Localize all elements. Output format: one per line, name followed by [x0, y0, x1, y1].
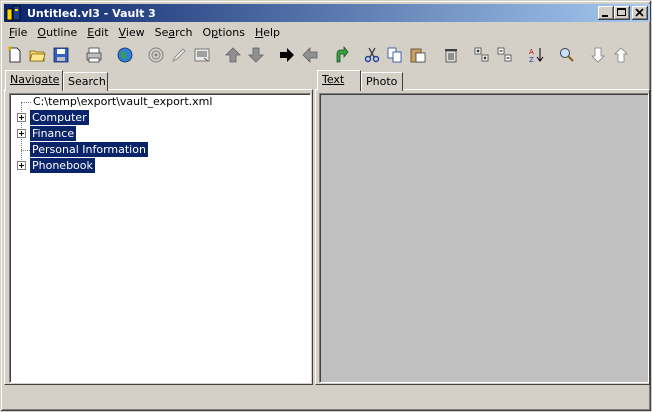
delete-icon [445, 49, 457, 63]
open-folder-icon [29, 50, 46, 62]
collapse-all-button[interactable] [494, 44, 516, 66]
new-file-icon [7, 46, 21, 63]
save-icon [53, 47, 69, 63]
arrow-down-icon [248, 47, 264, 63]
edit-pencil-button[interactable] [168, 44, 190, 66]
tab-photo[interactable]: Photo [361, 72, 403, 91]
tree-item-finance[interactable]: Finance [10, 126, 310, 142]
image-button[interactable] [191, 44, 213, 66]
app-window: Untitled.vl3 - Vault 3 File Outline Edit… [0, 0, 652, 412]
sort-button[interactable]: AZ [525, 44, 547, 66]
minimize-icon [602, 15, 608, 17]
tree-root-row[interactable]: C:\temp\export\vault_export.xml [10, 94, 310, 110]
tab-navigate-label: Navigate [10, 73, 60, 86]
arrow-left-icon [302, 47, 318, 63]
tab-search-label: Search [68, 75, 106, 88]
globe-button[interactable] [114, 44, 136, 66]
tree-item-phonebook[interactable]: Phonebook [10, 158, 310, 174]
undo-icon [336, 46, 349, 63]
minimize-button[interactable] [598, 6, 614, 20]
svg-text:A: A [529, 48, 534, 56]
arrow-up-icon [225, 47, 241, 63]
find-icon [560, 48, 574, 62]
tree-item-personal-information[interactable]: Personal Information [10, 142, 310, 158]
vault-app-icon[interactable] [6, 5, 22, 21]
target-button[interactable] [145, 44, 167, 66]
collapse-all-icon [497, 47, 512, 62]
title-bar[interactable]: Untitled.vl3 - Vault 3 [4, 4, 650, 22]
sort-icon: AZ [529, 48, 544, 64]
open-button[interactable] [27, 44, 49, 66]
window-title: Untitled.vl3 - Vault 3 [27, 6, 156, 20]
pencil-icon [172, 48, 186, 62]
menu-help[interactable]: Help [250, 24, 285, 42]
status-bar [4, 390, 650, 410]
delete-button[interactable] [440, 44, 462, 66]
menu-search[interactable]: Search [150, 24, 198, 42]
tab-search[interactable]: Search [63, 72, 108, 91]
svg-text:Z: Z [529, 56, 534, 64]
menu-file[interactable]: File [4, 24, 32, 42]
menu-edit[interactable]: Edit [82, 24, 113, 42]
expand-icon[interactable] [17, 113, 26, 122]
tab-text-label: Text [322, 73, 345, 86]
globe-icon [117, 47, 133, 63]
save-button[interactable] [50, 44, 72, 66]
toolbar: AZ [4, 43, 650, 69]
outdent-button[interactable] [299, 44, 321, 66]
close-button[interactable] [632, 6, 648, 20]
print-button[interactable] [83, 44, 105, 66]
find-next-button[interactable] [587, 44, 609, 66]
move-up-button[interactable] [222, 44, 244, 66]
tree-guide-line [21, 150, 30, 151]
print-icon [86, 47, 102, 63]
copy-icon [387, 47, 402, 63]
find-prev-icon [614, 47, 628, 63]
undo-button[interactable] [330, 44, 352, 66]
target-icon [148, 47, 164, 63]
copy-button[interactable] [384, 44, 406, 66]
menu-view[interactable]: View [114, 24, 150, 42]
maximize-icon [617, 8, 626, 16]
find-next-icon [591, 47, 605, 63]
tree-item-label: Personal Information [30, 142, 148, 157]
tab-photo-label: Photo [366, 75, 398, 88]
expand-icon[interactable] [17, 129, 26, 138]
tree-item-computer[interactable]: Computer [10, 110, 310, 126]
menu-outline[interactable]: Outline [32, 24, 82, 42]
paste-button[interactable] [407, 44, 429, 66]
close-icon [635, 8, 644, 17]
find-button[interactable] [556, 44, 578, 66]
maximize-button[interactable] [614, 6, 630, 20]
paste-icon [410, 48, 426, 63]
text-editor-area[interactable] [319, 93, 649, 383]
find-previous-button[interactable] [610, 44, 632, 66]
tab-navigate[interactable]: Navigate [5, 70, 63, 91]
indent-button[interactable] [276, 44, 298, 66]
tree-root-label: C:\temp\export\vault_export.xml [33, 95, 213, 108]
outline-tree[interactable]: C:\temp\export\vault_export.xml Computer… [9, 93, 311, 383]
tree-item-label: Computer [30, 110, 89, 125]
expand-all-icon [474, 47, 489, 62]
expand-all-button[interactable] [471, 44, 493, 66]
menu-bar: File Outline Edit View Search Options He… [4, 24, 285, 42]
cut-button[interactable] [361, 44, 383, 66]
arrow-right-icon [280, 48, 294, 62]
tab-text[interactable]: Text [317, 70, 361, 91]
tree-item-label: Finance [30, 126, 77, 141]
expand-icon[interactable] [17, 161, 26, 170]
new-file-button[interactable] [4, 44, 26, 66]
cut-icon [364, 47, 380, 63]
image-icon [194, 48, 210, 62]
tree-item-label: Phonebook [30, 158, 95, 173]
menu-options[interactable]: Options [197, 24, 249, 42]
move-down-button[interactable] [245, 44, 267, 66]
